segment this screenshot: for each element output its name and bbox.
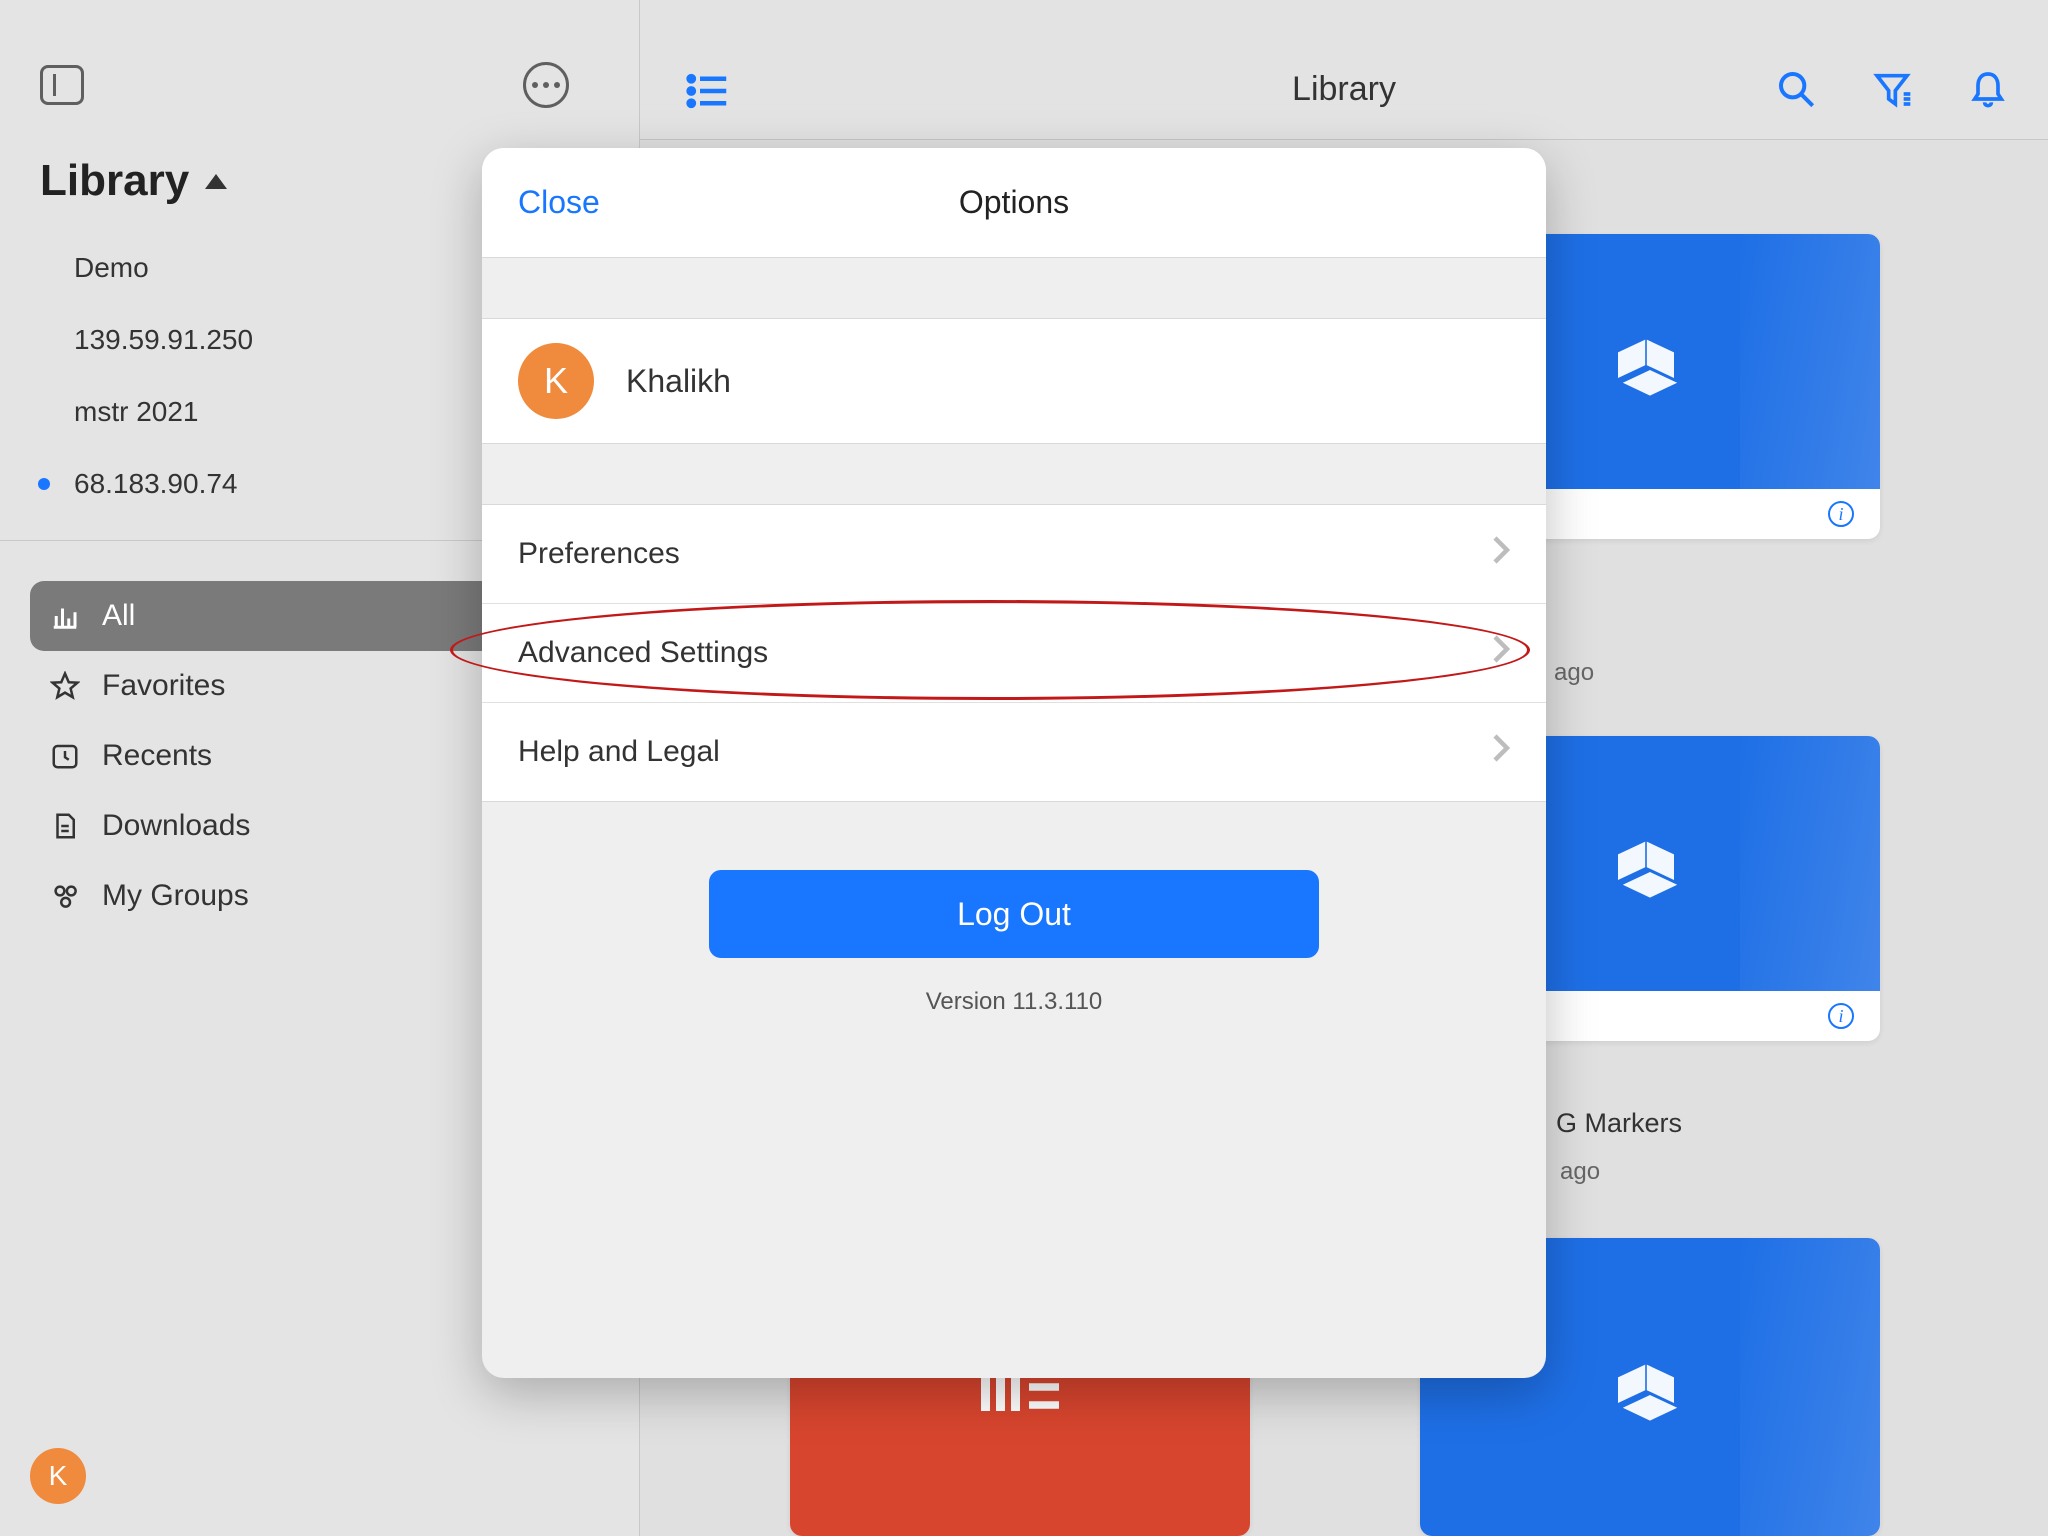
logout-button[interactable]: Log Out [709,870,1319,958]
sidebar-toggle-icon[interactable] [40,65,84,105]
chevron-right-icon [1492,535,1510,573]
star-icon [50,671,80,701]
card-time: ago [1560,1158,1600,1186]
settings-section: Preferences Advanced Settings Help and L… [482,504,1546,802]
sidebar-item-label: Recents [102,739,212,773]
more-icon[interactable] [523,62,569,108]
bell-icon[interactable] [1968,69,2008,109]
chevron-right-icon [1492,733,1510,771]
user-section: K Khalikh [482,318,1546,444]
card-time: ago [1554,659,1594,687]
options-modal: Close Options K Khalikh Preferences Adva… [482,148,1546,1378]
row-label: Help and Legal [518,735,720,769]
close-button[interactable]: Close [518,184,600,221]
document-icon [50,811,80,841]
list-view-icon[interactable] [686,73,728,109]
user-row[interactable]: K Khalikh [482,319,1546,443]
sidebar-title: Library [40,156,189,206]
advanced-settings-row[interactable]: Advanced Settings [482,604,1546,703]
version-label: Version 11.3.110 [482,988,1546,1016]
book-icon [1610,829,1690,899]
filter-icon[interactable] [1872,69,1912,109]
preferences-row[interactable]: Preferences [482,505,1546,604]
sidebar-item-label: Favorites [102,669,225,703]
help-legal-row[interactable]: Help and Legal [482,703,1546,801]
info-icon[interactable]: i [1828,501,1854,527]
user-avatar-small[interactable]: K [30,1448,86,1504]
modal-header: Close Options [482,148,1546,258]
card-title: G Markers [1556,1108,1682,1139]
chevron-right-icon [1492,634,1510,672]
row-label: Advanced Settings [518,636,768,670]
caret-up-icon [205,174,227,189]
main-header: Library [640,0,2048,140]
book-icon [1610,327,1690,397]
user-name: Khalikh [626,363,731,400]
page-title: Library [1292,70,1396,109]
user-avatar: K [518,343,594,419]
search-icon[interactable] [1776,69,1816,109]
row-label: Preferences [518,537,680,571]
group-icon [50,881,80,911]
sidebar-item-label: My Groups [102,879,249,913]
book-icon [1610,1352,1690,1422]
modal-title: Options [959,184,1069,221]
sidebar-item-label: All [102,599,135,633]
clock-icon [50,741,80,771]
chart-bars-icon [50,601,80,631]
sidebar-item-label: Downloads [102,809,250,843]
logout-area: Log Out Version 11.3.110 [482,802,1546,1016]
info-icon[interactable]: i [1828,1003,1854,1029]
